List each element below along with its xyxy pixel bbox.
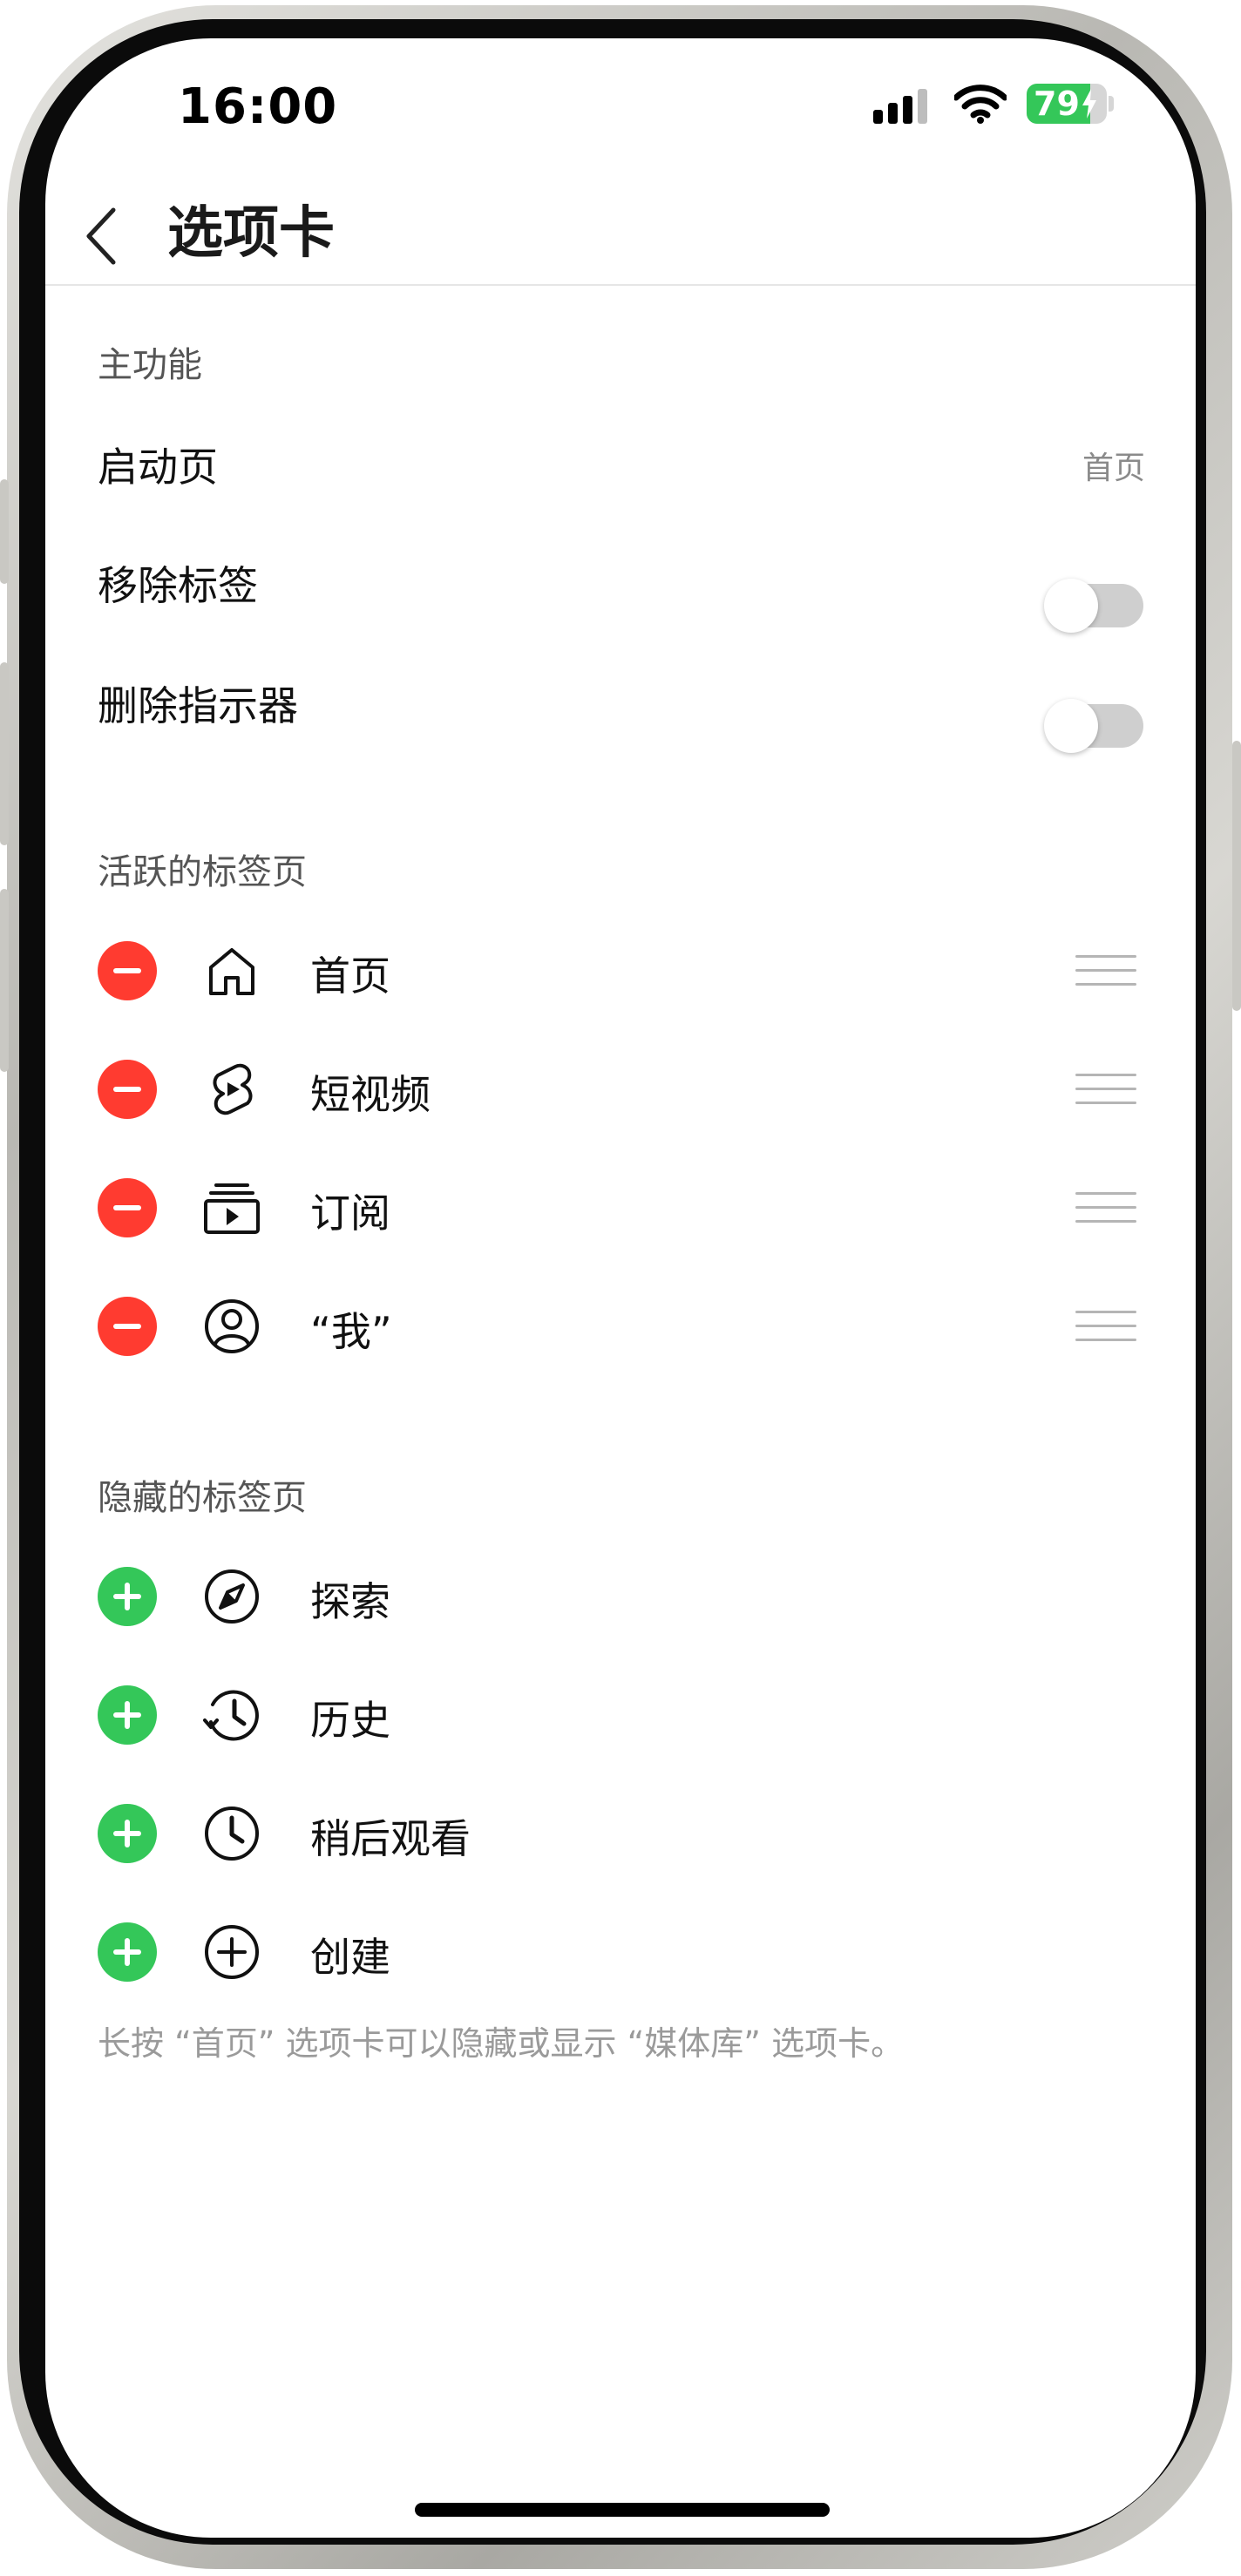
shorts-icon [213,1063,253,1115]
status-time: 16:00 [178,78,338,135]
launch-page-label[interactable]: 启动页 [98,436,218,493]
drag-handle[interactable] [1075,1192,1136,1224]
hidden-tab-row: 历史 [45,1663,1196,1767]
profile-icon [205,1299,259,1353]
subscriptions-icon [204,1183,260,1234]
tab-label: 探索 [310,1578,390,1625]
battery-cap [1109,96,1114,112]
tab-label: “我” [310,1308,392,1355]
volume-down-button [0,889,9,1072]
delete-indicator-toggle[interactable] [1044,699,1143,753]
cellular-signal-icon [873,89,927,124]
section-hidden-tabs: 隐藏的标签页 [98,1478,307,1518]
active-tab-row: 短视频 [45,1037,1196,1142]
tab-label: 订阅 [310,1190,390,1237]
compass-icon [205,1569,259,1624]
home-icon [209,948,254,995]
section-main-features: 主功能 [98,345,202,385]
launch-page-value[interactable]: 首页 [1082,443,1145,488]
header-divider [45,284,1196,286]
tab-label: 历史 [310,1697,390,1744]
drag-handle[interactable] [1075,955,1136,986]
drag-handle[interactable] [1075,1074,1136,1105]
tab-label: 稍后观看 [310,1815,471,1862]
tab-label: 短视频 [310,1071,431,1118]
hidden-tab-row: 稍后观看 [45,1781,1196,1886]
active-tab-row: “我” [45,1274,1196,1379]
screen: 16:00 79 选项卡 主功能 启动页 首页 移除标签 删除指示器 活跃的标签… [45,38,1196,2538]
remove-labels-toggle[interactable] [1044,579,1143,633]
add-tab-button[interactable] [98,1685,157,1745]
toggle-knob [1044,579,1098,633]
page-title: 选项卡 [167,201,335,266]
action-button [0,479,9,584]
remove-labels-label: 移除标签 [98,562,258,609]
charging-bolt-icon [1082,89,1096,119]
footnote: 长按 “首页” 选项卡可以隐藏或显示 “媒体库” 选项卡。 [98,2024,905,2063]
remove-tab-button[interactable] [98,1297,157,1356]
remove-tab-button[interactable] [98,1060,157,1119]
volume-up-button [0,662,9,845]
hidden-tab-row: 探索 [45,1544,1196,1649]
toggle-knob [1044,699,1098,753]
add-tab-button[interactable] [98,1922,157,1982]
section-active-tabs: 活跃的标签页 [98,852,307,892]
add-tab-button[interactable] [98,1567,157,1626]
clock-icon [205,1807,259,1861]
create-icon [205,1925,259,1979]
drag-handle[interactable] [1075,1311,1136,1342]
add-tab-button[interactable] [98,1804,157,1863]
battery-icon: 79 [1027,84,1107,124]
active-tab-row: 订阅 [45,1156,1196,1260]
chevron-left-icon [86,207,116,265]
power-button [1232,741,1241,1011]
history-icon [203,1690,259,1741]
tab-label: 首页 [310,952,390,1000]
delete-indicator-label: 删除指示器 [98,682,298,729]
wifi-icon [954,85,1007,124]
remove-tab-button[interactable] [98,941,157,1000]
back-button[interactable] [71,191,132,278]
hidden-tab-row: 创建 [45,1900,1196,2004]
home-indicator[interactable] [415,2503,830,2517]
active-tab-row: 首页 [45,919,1196,1023]
remove-tab-button[interactable] [98,1178,157,1237]
tab-label: 创建 [310,1934,390,1981]
